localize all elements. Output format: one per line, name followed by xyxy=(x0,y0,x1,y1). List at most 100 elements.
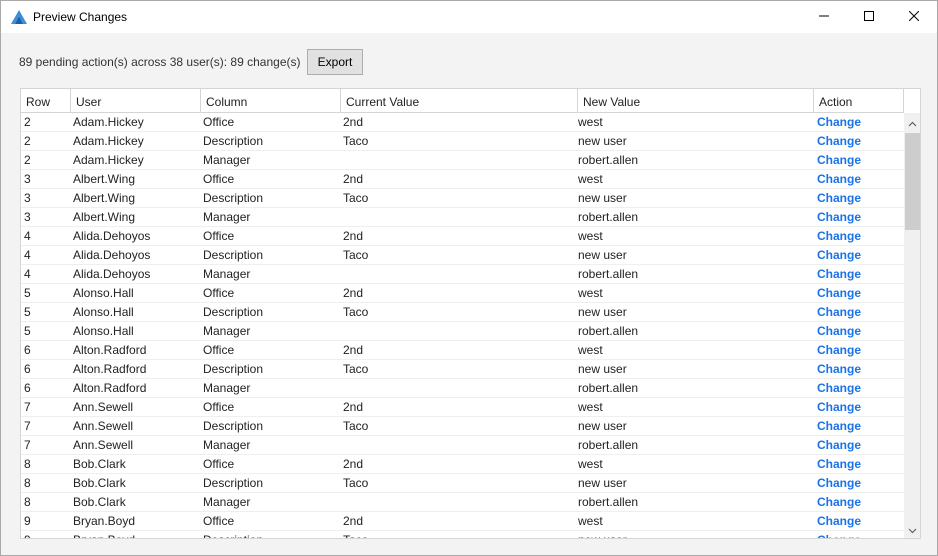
change-link[interactable]: Change xyxy=(817,495,861,509)
cell-new-value: west xyxy=(578,343,603,357)
table-row[interactable]: 6 Alton.Radford Manager robert.allen Change xyxy=(21,379,904,398)
cell-new-value: west xyxy=(578,229,603,243)
table-row[interactable]: 7 Ann.Sewell Office 2nd west Change xyxy=(21,398,904,417)
table-row[interactable]: 8 Bob.Clark Office 2nd west Change xyxy=(21,455,904,474)
change-link[interactable]: Change xyxy=(817,362,861,376)
cell-user: Adam.Hickey xyxy=(73,115,144,129)
cell-user: Alida.Dehoyos xyxy=(73,248,151,262)
table-row[interactable]: 3 Albert.Wing Description Taco new user Chang… xyxy=(21,189,904,208)
change-link[interactable]: Change xyxy=(817,305,861,319)
header-column[interactable]: Column xyxy=(201,89,341,113)
table-row[interactable]: 9Bryan.BoydDescriptionTaconew userChange xyxy=(21,531,904,538)
change-link[interactable]: Change xyxy=(817,533,861,538)
header-user[interactable]: User xyxy=(71,89,201,113)
table-row[interactable]: 8 Bob.Clark Description Taco new user Change xyxy=(21,474,904,493)
header-row[interactable]: Row xyxy=(21,89,71,113)
table-row[interactable]: 3 Albert.Wing Manager robert.allen Change xyxy=(21,208,904,227)
cell-user: Alida.Dehoyos xyxy=(73,267,151,281)
title-bar[interactable]: Preview Changes xyxy=(1,1,937,33)
cell-current-value: 2nd xyxy=(343,343,364,357)
table-row[interactable]: 6 Alton.Radford Description Taco new user Cha… xyxy=(21,360,904,379)
vertical-scrollbar[interactable] xyxy=(904,89,920,538)
change-link[interactable]: Change xyxy=(817,343,861,357)
change-link[interactable]: Change xyxy=(817,514,861,528)
change-link[interactable]: Change xyxy=(817,324,861,338)
change-link[interactable]: Change xyxy=(817,210,861,224)
cell-column: Manager xyxy=(203,324,251,338)
scroll-down-button[interactable] xyxy=(904,521,920,538)
changes-grid[interactable]: Row User Column Current Value New Value … xyxy=(20,88,921,539)
scroll-up-button[interactable] xyxy=(904,114,920,131)
table-row[interactable]: 3 Albert.Wing Office 2nd west Change xyxy=(21,170,904,189)
change-link[interactable]: Change xyxy=(817,115,861,129)
cell-action: Change xyxy=(814,398,904,417)
header-current-value[interactable]: Current Value xyxy=(341,89,578,113)
change-link[interactable]: Change xyxy=(817,248,861,262)
table-row[interactable]: 5 Alonso.Hall Description Taco new user Chang… xyxy=(21,303,904,322)
cell-user: Alonso.Hall xyxy=(73,324,134,338)
change-link[interactable]: Change xyxy=(817,191,861,205)
table-row[interactable]: 2 Adam.Hickey Description Taco new user Chang… xyxy=(21,132,904,151)
cell-new-value: robert.allen xyxy=(578,438,639,452)
cell-action: Change xyxy=(814,436,904,455)
export-button[interactable]: Export xyxy=(307,49,363,75)
change-link[interactable]: Change xyxy=(817,476,861,490)
table-row[interactable]: 6 Alton.Radford Office 2nd west Change xyxy=(21,341,904,360)
change-link[interactable]: Change xyxy=(817,400,861,414)
change-link[interactable]: Change xyxy=(817,267,861,281)
cell-current-value xyxy=(341,208,578,227)
change-link[interactable]: Change xyxy=(817,286,861,300)
cell-row: 2 xyxy=(24,153,31,167)
cell-column: Office xyxy=(203,172,235,186)
cell-action: Change xyxy=(814,208,904,227)
table-row[interactable]: 5 Alonso.Hall Office 2nd west Change xyxy=(21,284,904,303)
cell-current-value: Taco xyxy=(343,134,369,148)
change-link[interactable]: Change xyxy=(817,438,861,452)
table-row[interactable]: 8 Bob.Clark Manager robert.allen Change xyxy=(21,493,904,512)
table-row[interactable]: 7 Ann.Sewell Description Taco new user Change xyxy=(21,417,904,436)
change-link[interactable]: Change xyxy=(817,134,861,148)
cell-row: 8 xyxy=(24,495,31,509)
close-button[interactable] xyxy=(891,1,937,33)
maximize-button[interactable] xyxy=(846,1,892,33)
change-link[interactable]: Change xyxy=(817,153,861,167)
cell-user: Alton.Radford xyxy=(73,362,147,376)
change-link[interactable]: Change xyxy=(817,457,861,471)
cell-action: Change xyxy=(814,512,904,531)
table-row[interactable]: 4 Alida.Dehoyos Manager robert.allen Change xyxy=(21,265,904,284)
cell-action: Change xyxy=(814,113,904,132)
cell-new-value: west xyxy=(578,172,603,186)
cell-row: 5 xyxy=(24,286,31,300)
table-row[interactable]: 9 Bryan.Boyd Office 2nd west Change xyxy=(21,512,904,531)
cell-action: Change xyxy=(814,474,904,493)
header-action[interactable]: Action xyxy=(814,89,904,113)
cell-column: Office xyxy=(203,286,235,300)
cell-column: Manager xyxy=(203,210,251,224)
cell-new-value: west xyxy=(578,115,603,129)
table-row[interactable]: 2 Adam.Hickey Manager robert.allen Change xyxy=(21,151,904,170)
change-link[interactable]: Change xyxy=(817,419,861,433)
cell-row: 3 xyxy=(24,191,31,205)
cell-action: Change xyxy=(814,303,904,322)
table-row[interactable]: 4 Alida.Dehoyos Description Taco new user Cha… xyxy=(21,246,904,265)
minimize-button[interactable] xyxy=(801,1,847,33)
cell-new-value: new user xyxy=(578,531,814,538)
cell-row: 3 xyxy=(24,210,31,224)
table-row[interactable]: 2 Adam.Hickey Office 2nd west Change xyxy=(21,113,904,132)
cell-new-value: west xyxy=(578,514,603,528)
change-link[interactable]: Change xyxy=(817,381,861,395)
header-new-value[interactable]: New Value xyxy=(578,89,814,113)
cell-row: 6 xyxy=(24,343,31,357)
table-row[interactable]: 4 Alida.Dehoyos Office 2nd west Change xyxy=(21,227,904,246)
cell-column: Office xyxy=(203,115,235,129)
change-link[interactable]: Change xyxy=(817,172,861,186)
grid-rows: 2 Adam.Hickey Office 2nd west Change 2 Adam.Hic… xyxy=(21,113,904,538)
cell-current-value: 2nd xyxy=(343,457,364,471)
cell-column: Description xyxy=(203,134,264,148)
cell-row: 7 xyxy=(24,400,31,414)
cell-current-value: 2nd xyxy=(343,172,364,186)
scrollbar-thumb[interactable] xyxy=(905,133,920,230)
table-row[interactable]: 5 Alonso.Hall Manager robert.allen Change xyxy=(21,322,904,341)
table-row[interactable]: 7 Ann.Sewell Manager robert.allen Change xyxy=(21,436,904,455)
change-link[interactable]: Change xyxy=(817,229,861,243)
